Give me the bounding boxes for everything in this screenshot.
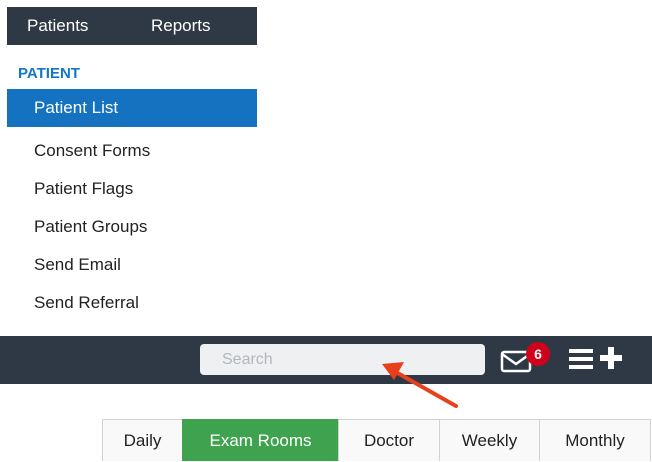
- notification-badge: 6: [526, 342, 550, 366]
- view-tabs: Daily Exam Rooms Doctor Weekly Monthly: [102, 419, 651, 461]
- menu-item-consent-forms[interactable]: Consent Forms: [7, 132, 257, 170]
- menu-item-send-email[interactable]: Send Email: [7, 246, 257, 284]
- menu-item-patient-list[interactable]: Patient List: [7, 89, 257, 127]
- top-nav-bar: Patients Reports: [7, 7, 257, 45]
- tab-weekly[interactable]: Weekly: [439, 419, 540, 461]
- main-toolbar: 6: [0, 336, 652, 384]
- hamburger-menu-icon[interactable]: [569, 348, 593, 370]
- tab-doctor[interactable]: Doctor: [338, 419, 440, 461]
- menu-item-patient-groups[interactable]: Patient Groups: [7, 208, 257, 246]
- tab-daily[interactable]: Daily: [102, 419, 183, 461]
- menu-item-send-referral[interactable]: Send Referral: [7, 284, 257, 322]
- menu-section-header: PATIENT: [18, 65, 80, 82]
- annotation-arrow-icon: [382, 362, 458, 408]
- menu-item-patient-flags[interactable]: Patient Flags: [7, 170, 257, 208]
- nav-patients[interactable]: Patients: [27, 7, 88, 45]
- tab-exam-rooms[interactable]: Exam Rooms: [182, 419, 339, 461]
- nav-reports[interactable]: Reports: [151, 7, 211, 45]
- tab-monthly[interactable]: Monthly: [539, 419, 651, 461]
- plus-icon[interactable]: [599, 346, 623, 370]
